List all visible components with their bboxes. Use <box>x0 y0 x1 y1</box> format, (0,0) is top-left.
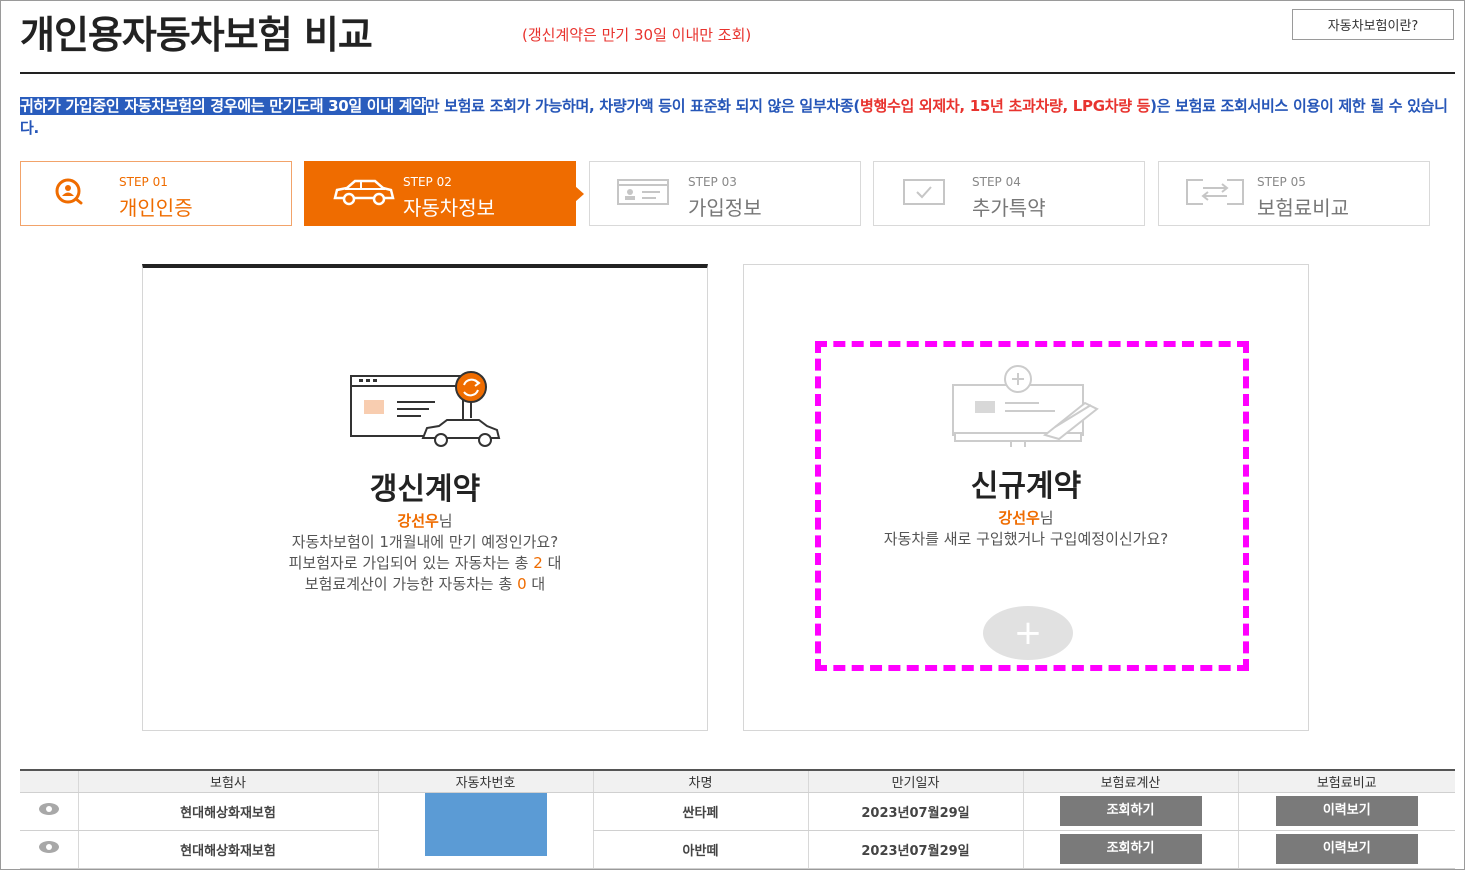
expiry-date-cell: 2023년07월29일 <box>807 830 1023 869</box>
car-name-cell: 싼타페 <box>592 792 808 831</box>
car-icon <box>331 176 395 208</box>
car-name-cell: 아반떼 <box>592 830 808 869</box>
insured-car-count-prefix: 피보험자로 가입되어 있는 자동차는 총 <box>288 554 534 572</box>
table-header-row: 보험사 자동차번호 차명 만기일자 보험료계산 보험료비교 <box>20 769 1455 793</box>
person-search-icon <box>47 176 93 208</box>
calculable-car-count-prefix: 보험료계산이 가능한 자동차는 총 <box>304 575 518 593</box>
step-progress: STEP 01 개인인증 STEP 02 자동차정보 STEP 03 가입정보 … <box>20 161 1431 226</box>
step-number: STEP 04 <box>972 175 1021 189</box>
step-active-arrow <box>575 186 584 202</box>
premium-compare-cell: 이력보기 <box>1237 830 1455 869</box>
col-header-expiry-date: 만기일자 <box>807 769 1023 793</box>
select-cell <box>20 830 78 869</box>
inquire-premium-button[interactable]: 조회하기 <box>1059 796 1202 826</box>
user-name: 강선우 <box>397 512 439 530</box>
step-subscription-info: STEP 03 가입정보 <box>589 161 861 226</box>
premium-compare-cell: 이력보기 <box>1237 792 1455 831</box>
step-premium-compare: STEP 05 보험료비교 <box>1158 161 1430 226</box>
step-number: STEP 05 <box>1257 175 1306 189</box>
calculable-car-count-line: 보험료계산이 가능한 자동차는 총 0 대 <box>143 573 707 594</box>
renewal-title: 갱신계약 <box>369 472 481 507</box>
insurer-cell: 현대해상화재보험 <box>77 830 378 869</box>
notice-text-part1: 만 보험료 조회가 가능하며, 차량가액 등이 표준화 되지 않은 일부차종( <box>425 97 861 115</box>
insured-car-count: 2 <box>533 554 543 572</box>
new-contract-question: 자동차를 새로 구입했거나 구입예정이신가요? <box>883 530 1169 548</box>
compare-arrows-icon <box>1185 176 1244 208</box>
car-insurance-info-button[interactable]: 자동차보험이란? <box>1292 9 1454 40</box>
step-number: STEP 02 <box>403 175 452 189</box>
inquire-premium-button[interactable]: 조회하기 <box>1059 834 1202 864</box>
add-new-contract-button[interactable]: + <box>983 606 1073 660</box>
insurer-cell: 현대해상화재보험 <box>77 792 378 831</box>
new-contract-user-line: 강선우님 <box>744 507 1308 528</box>
title-note: (갱신계약은 만기 30일 이내만 조회) <box>522 26 752 44</box>
step-extra-options: STEP 04 추가특약 <box>873 161 1145 226</box>
view-history-button[interactable]: 이력보기 <box>1275 834 1418 864</box>
col-header-insurer: 보험사 <box>77 769 378 793</box>
step-label: 개인인증 <box>119 196 193 220</box>
user-name: 강선우 <box>998 509 1040 527</box>
car-number-redaction <box>424 792 547 856</box>
notice-highlighted-text: 귀하가 가입중인 자동차보험의 경우에는 만기도래 30일 이내 계약 <box>20 97 426 115</box>
premium-calc-cell: 조회하기 <box>1022 792 1238 831</box>
view-history-button[interactable]: 이력보기 <box>1275 796 1418 826</box>
step-number: STEP 03 <box>688 175 737 189</box>
row-select-radio[interactable] <box>38 841 59 853</box>
insured-car-count-unit: 대 <box>542 554 562 572</box>
step-number: STEP 01 <box>119 175 168 189</box>
new-contract-title: 신규계약 <box>970 469 1082 504</box>
table-row: 현대해상화재보험 아반떼 2023년07월29일 조회하기 이력보기 <box>20 830 1455 869</box>
col-header-select <box>20 769 78 793</box>
premium-calc-cell: 조회하기 <box>1022 830 1238 869</box>
renewal-document-car-icon <box>350 371 501 447</box>
step-personal-auth: STEP 01 개인인증 <box>20 161 292 226</box>
insured-car-count-line: 피보험자로 가입되어 있는 자동차는 총 2 대 <box>143 552 707 573</box>
title-divider <box>20 72 1455 74</box>
insured-cars-table: 보험사 자동차번호 차명 만기일자 보험료계산 보험료비교 현대해상화재보험 싼… <box>20 769 1455 869</box>
step-label: 추가특약 <box>972 196 1046 220</box>
calculable-car-count: 0 <box>517 575 527 593</box>
page-title: 개인용자동차보험 비교 <box>20 13 373 57</box>
id-card-icon <box>616 176 669 208</box>
table-row: 현대해상화재보험 싼타페 2023년07월29일 조회하기 이력보기 <box>20 792 1455 869</box>
honorific: 님 <box>438 512 453 530</box>
col-header-premium-compare: 보험료비교 <box>1237 769 1455 793</box>
renewal-user-line: 강선우님 <box>143 510 707 531</box>
step-label: 자동차정보 <box>403 196 495 220</box>
col-header-car-number: 자동차번호 <box>377 769 593 793</box>
step-label: 가입정보 <box>688 196 762 220</box>
calculable-car-count-unit: 대 <box>526 575 546 593</box>
new-contract-document-icon <box>952 365 1099 447</box>
step-label: 보험료비교 <box>1257 196 1349 220</box>
select-cell <box>20 792 78 831</box>
honorific: 님 <box>1039 509 1054 527</box>
row-select-radio[interactable] <box>38 803 59 815</box>
renewal-question: 자동차보험이 1개월내에 만기 예정인가요? <box>291 533 559 551</box>
col-header-car-name: 차명 <box>592 769 808 793</box>
renewal-contract-card[interactable]: 갱신계약 강선우님 자동차보험이 1개월내에 만기 예정인가요? 피보험자로 가… <box>142 264 708 731</box>
expiry-date-cell: 2023년07월29일 <box>807 792 1023 831</box>
car-number-cell <box>377 792 593 869</box>
step-car-info: STEP 02 자동차정보 <box>304 161 584 226</box>
new-contract-card[interactable]: 신규계약 강선우님 자동차를 새로 구입했거나 구입예정이신가요? <box>743 264 1309 731</box>
checkbox-icon <box>900 176 946 208</box>
notice-restricted-cars: 병행수입 외제차, 15년 초과차량, LPG차량 등 <box>860 97 1151 115</box>
col-header-premium-calc: 보험료계산 <box>1022 769 1238 793</box>
notice-text: 귀하가 가입중인 자동차보험의 경우에는 만기도래 30일 이내 계약만 보험료… <box>20 95 1450 139</box>
